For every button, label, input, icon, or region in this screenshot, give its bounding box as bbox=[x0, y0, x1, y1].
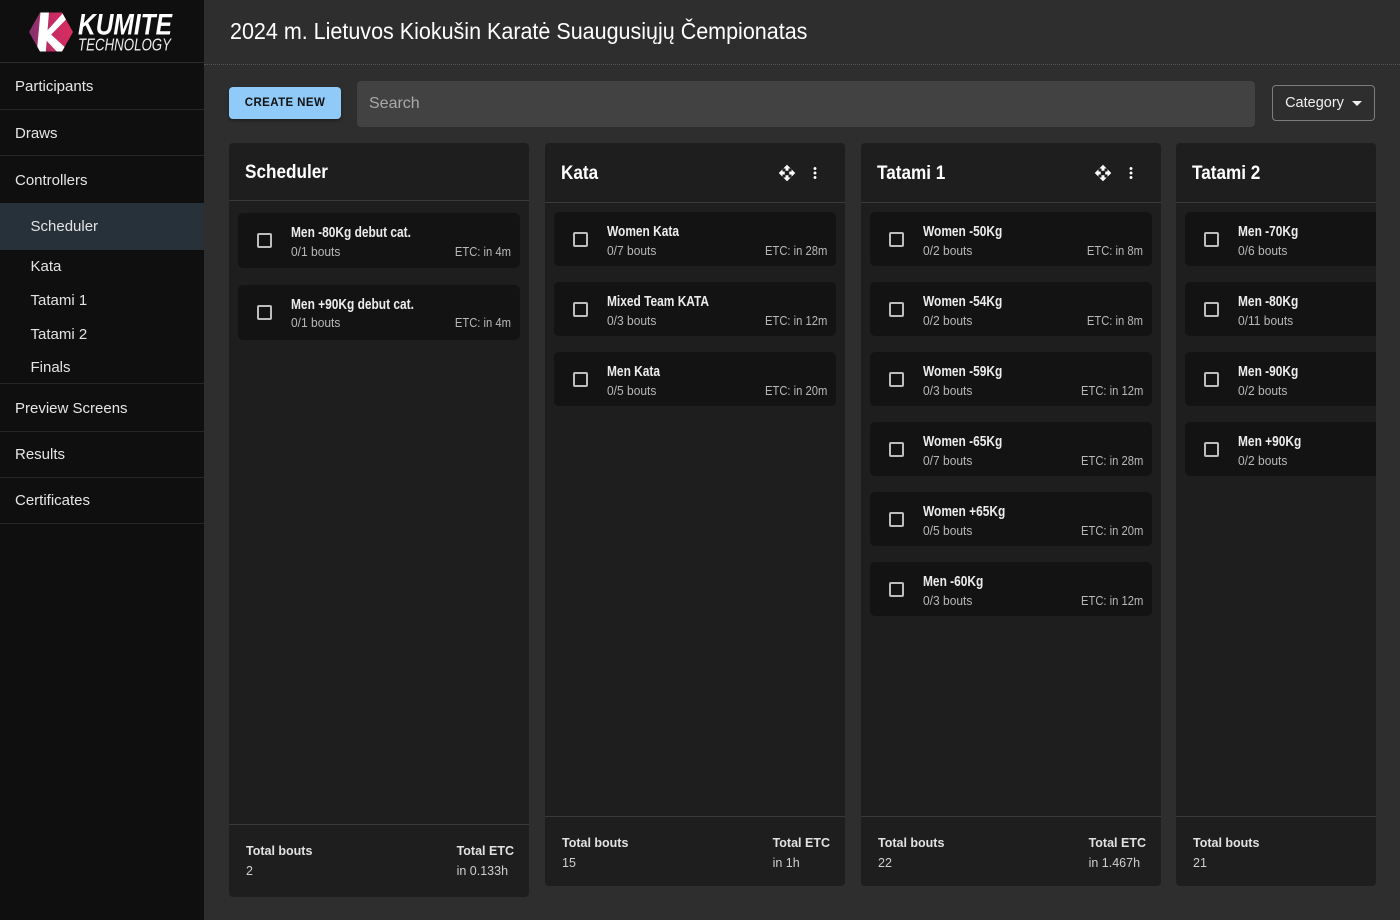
svg-text:TECHNOLOGY: TECHNOLOGY bbox=[78, 35, 172, 55]
